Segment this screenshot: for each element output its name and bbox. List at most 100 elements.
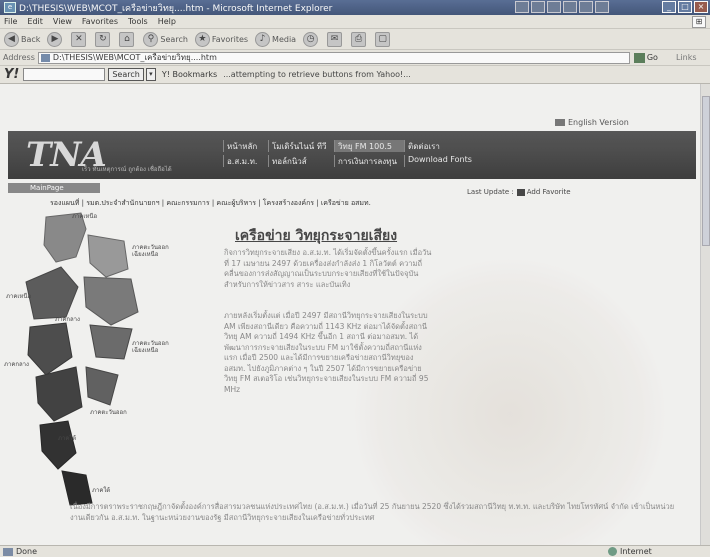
nav-fm1005[interactable]: วิทยุ FM 100.5 (334, 140, 404, 152)
map-label-northeast-2: ภาคตะวันออกเฉียงเหนือ (132, 340, 169, 354)
home-button[interactable]: ⌂ (119, 31, 136, 47)
menu-edit[interactable]: Edit (27, 17, 43, 26)
toolbar: ◀ Back ▶ ✕ ↻ ⌂ ⚲ Search ★ Favorites ♪ Media … (0, 29, 710, 50)
go-button[interactable]: Go (633, 52, 658, 63)
maximize-button[interactable]: □ (678, 1, 692, 13)
home-icon: ⌂ (119, 31, 135, 47)
favorites-button[interactable]: ★ Favorites (194, 31, 249, 47)
history-button[interactable]: ◷ (303, 31, 320, 47)
tray-icon[interactable] (579, 1, 593, 13)
yahoo-search-button[interactable]: Search (108, 68, 144, 81)
menu-favorites[interactable]: Favorites (82, 17, 118, 26)
tray-icon[interactable] (595, 1, 609, 13)
tray-icon[interactable] (563, 1, 577, 13)
forward-button[interactable]: ▶ (47, 31, 64, 47)
security-zone: Internet (608, 547, 652, 556)
page-content: English Version TNA เร็ว ทันเหตุการณ์ ถู… (0, 84, 700, 545)
close-button[interactable]: × (694, 1, 708, 13)
yahoo-bookmarks-button[interactable]: Y! Bookmarks (162, 70, 217, 79)
nav-download-fonts[interactable]: Download Fonts (404, 155, 484, 167)
minimize-button[interactable]: _ (662, 1, 676, 13)
map-label-north-2: ภาคเหนือ (6, 293, 32, 300)
nav-talknews[interactable]: ทอล์กนิวส์ (268, 155, 334, 167)
menu-view[interactable]: View (53, 17, 72, 26)
flag-icon (555, 119, 565, 126)
edit-button[interactable]: ▢ (375, 31, 392, 47)
article-paragraph: เนื่องมีการตราพระราชกฤษฎีกาจัดตั้งองค์กา… (70, 502, 675, 522)
menu-file[interactable]: File (4, 17, 17, 26)
print-icon: ⎙ (351, 31, 367, 47)
tray-icons (515, 1, 609, 13)
menu-help[interactable]: Help (158, 17, 176, 26)
back-arrow-icon: ◀ (4, 31, 19, 47)
top-nav: หน้าหลัก โมเดิร์นไนน์ ทีวี วิทยุ FM 100.… (223, 140, 484, 167)
add-favorite-link[interactable]: Add Favorite (527, 188, 571, 196)
map-region-central-2 (35, 366, 83, 422)
map-label-east: ภาคตะวันออก (90, 409, 127, 416)
nav-mcot[interactable]: อ.ส.ม.ท. (223, 155, 268, 167)
yahoo-search-input[interactable] (23, 68, 106, 81)
address-input[interactable]: D:\THESIS\WEB\MCOT_เครือข่ายวิทยุ....htm (37, 51, 630, 64)
refresh-button[interactable]: ↻ (95, 31, 112, 47)
go-label: Go (646, 53, 658, 62)
map-region-northeast-2 (83, 276, 139, 326)
address-value: D:\THESIS\WEB\MCOT_เครือข่ายวิทยุ....htm (52, 52, 217, 62)
map-region-northeast-1 (87, 234, 129, 278)
media-button[interactable]: ♪ Media (255, 31, 297, 47)
go-arrow-icon (633, 52, 645, 63)
status-text: Done (16, 547, 38, 556)
nav-finance[interactable]: การเงินการลงทุน (334, 155, 404, 167)
back-button[interactable]: ◀ Back (4, 31, 40, 47)
menu-bar: File Edit View Favorites Tools Help ⊞ (0, 15, 710, 29)
address-bar: Address D:\THESIS\WEB\MCOT_เครือข่ายวิทย… (0, 50, 710, 66)
links-button[interactable]: Links (676, 53, 697, 62)
search-icon: ⚲ (143, 31, 159, 47)
ie-icon: e (4, 2, 16, 13)
english-version-link[interactable]: English Version (555, 118, 629, 127)
scrollbar-thumb[interactable] (702, 96, 710, 246)
article-paragraph: กิจการวิทยุกระจายเสียง อ.ส.ม.ท. ได้เริ่ม… (224, 248, 432, 289)
window-title-bar: e D:\THESIS\WEB\MCOT_เครือข่ายวิทยุ....h… (0, 0, 710, 15)
print-button[interactable]: ⎙ (351, 31, 368, 47)
map-region-east (85, 366, 119, 406)
map-region-south-1 (39, 420, 77, 470)
media-label: Media (272, 34, 297, 44)
favorite-icon (516, 188, 525, 196)
tray-icon[interactable] (547, 1, 561, 13)
article-paragraph: ภายหลังเริ่มตั้งแต่ เมื่อปี 2497 มีสถานี… (224, 311, 429, 394)
page-done-icon (3, 547, 13, 556)
map-label-north-1: ภาคเหนือ (72, 213, 98, 220)
page-icon (40, 53, 50, 62)
map-region-south-2 (61, 470, 93, 506)
yahoo-logo[interactable]: Y! (4, 67, 19, 82)
favorites-label: Favorites (211, 34, 249, 44)
yahoo-search-dropdown[interactable]: ▾ (145, 68, 156, 81)
globe-icon (608, 547, 617, 556)
search-label: Search (160, 34, 188, 44)
map-region-northeast-3 (89, 324, 133, 360)
map-region-central-1 (27, 322, 73, 376)
vertical-scrollbar[interactable] (700, 84, 710, 545)
stop-button[interactable]: ✕ (71, 31, 88, 47)
tray-icon[interactable] (531, 1, 545, 13)
nav-modernine[interactable]: โมเดิร์นไนน์ ทีวี (268, 140, 334, 152)
map-label-central-1: ภาคกลาง (55, 316, 80, 323)
search-button[interactable]: ⚲ Search (143, 31, 188, 47)
zone-label: Internet (620, 547, 652, 556)
nav-contact[interactable]: ติดต่อเรา (404, 140, 484, 152)
tray-icon[interactable] (515, 1, 529, 13)
map-label-south-1: ภาคใต้ (58, 435, 77, 442)
mail-button[interactable]: ✉ (327, 31, 344, 47)
map-region-north-1 (43, 212, 87, 263)
map-region-north-2 (25, 266, 79, 320)
last-update: Last Update : Add Favorite (467, 188, 571, 196)
map-label-south-2: ภาคใต้ (92, 487, 111, 494)
menu-tools[interactable]: Tools (128, 17, 148, 26)
yahoo-status-message: ...attempting to retrieve buttons from Y… (223, 70, 411, 79)
nav-home[interactable]: หน้าหลัก (223, 140, 268, 152)
star-icon: ★ (194, 31, 210, 47)
mainpage-tab[interactable]: MainPage (8, 183, 100, 193)
map-label-central-2: ภาคกลาง (4, 361, 29, 368)
last-update-label: Last Update : (467, 188, 514, 196)
mail-icon: ✉ (327, 31, 343, 47)
